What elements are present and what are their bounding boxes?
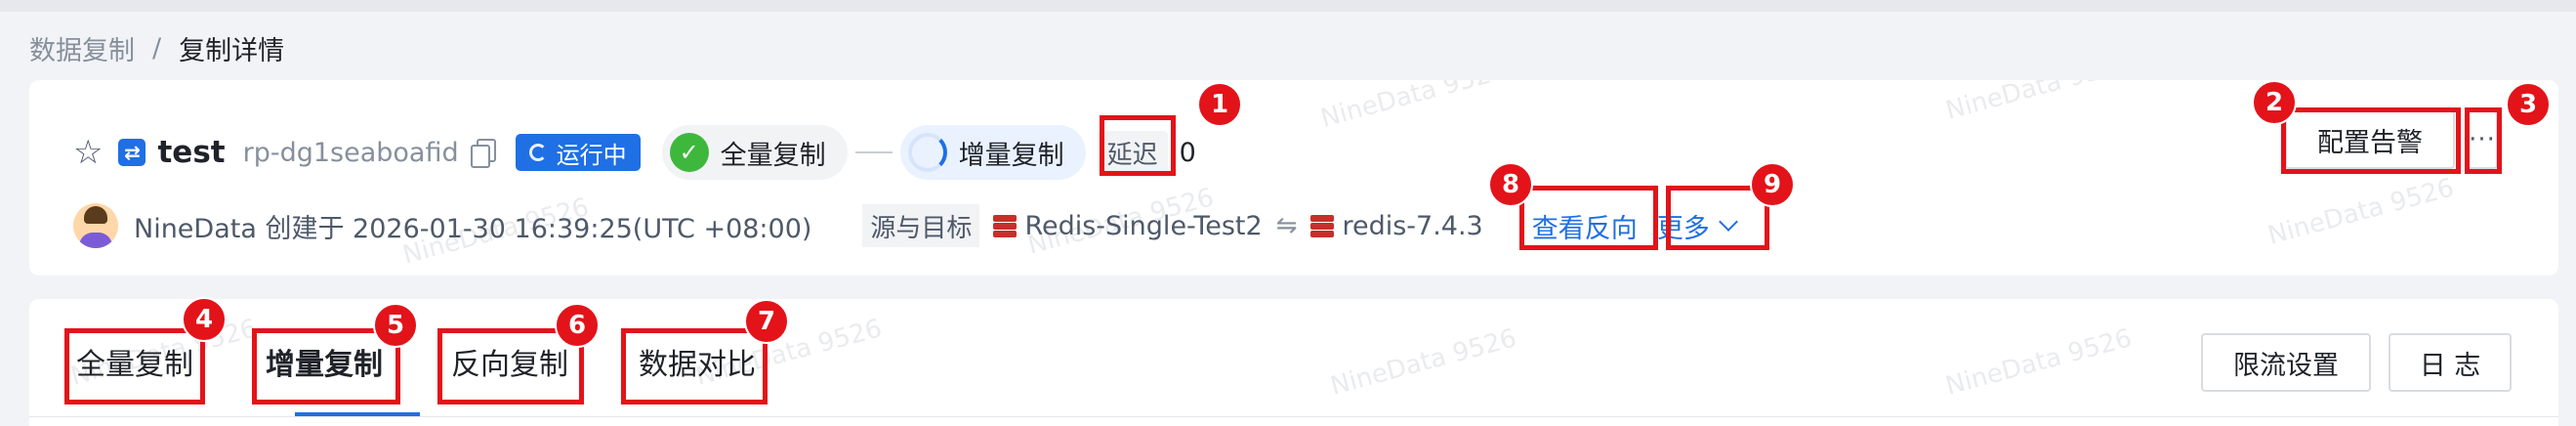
annotation-badge-2: 2 (2252, 80, 2297, 125)
source-target-label: 源与目标 (862, 204, 980, 247)
annotation-badge-6: 6 (555, 303, 600, 348)
stage-connector (854, 151, 893, 153)
task-id: rp-dg1seaboafid (242, 137, 459, 168)
rate-limit-button[interactable]: 限流设置 (2201, 333, 2371, 392)
tabs-divider (29, 416, 2558, 417)
watermark: NineData 9526 (2264, 173, 2458, 251)
task-meta-row: NineData 创建于 2026-01-30 16:39:25(UTC +08… (73, 195, 1738, 256)
annotation-badge-5: 5 (373, 303, 418, 348)
annotation-badge-7: 7 (744, 299, 789, 344)
sync-icon: ⇄ (118, 139, 146, 166)
breadcrumb-separator: / (152, 33, 162, 64)
annotation-badge-4: 4 (182, 297, 227, 342)
breadcrumb: 数据复制 / 复制详情 (29, 29, 284, 67)
loading-icon (528, 144, 547, 161)
copy-icon[interactable] (470, 139, 496, 168)
watermark: NineData 9526 (1317, 80, 1511, 134)
breadcrumb-current: 复制详情 (179, 36, 285, 66)
stage-full-label: 全量复制 (720, 140, 826, 171)
status-text: 运行中 (556, 141, 627, 169)
annotation-box-8 (1519, 186, 1658, 250)
annotation-badge-9: 9 (1750, 162, 1795, 207)
annotation-box-3 (2465, 107, 2502, 174)
delay-value: 0 (1179, 137, 1196, 168)
annotation-box-1 (1100, 115, 1176, 176)
creator-info: NineData 创建于 2026-01-30 16:39:25(UTC +08… (134, 213, 812, 244)
annotation-box-4 (64, 328, 205, 405)
stage-full-replication[interactable]: ✓ 全量复制 (661, 125, 848, 180)
task-title-row: ☆ ⇄ test rp-dg1seaboafid 运行中 ✓ 全量复制 增量复制… (73, 119, 1196, 186)
top-strip (0, 0, 2576, 12)
stage-incremental-replication[interactable]: 增量复制 (899, 125, 1086, 180)
star-icon[interactable]: ☆ (73, 136, 103, 169)
target-datasource[interactable]: redis-7.4.3 (1342, 211, 1482, 241)
redis-icon (993, 215, 1018, 237)
task-name: test (157, 135, 226, 170)
annotation-box-2 (2281, 107, 2461, 174)
swap-icon: ⇋ (1275, 211, 1298, 240)
check-circle-icon: ✓ (669, 133, 709, 172)
task-info-card: NineData 9526 NineData 9526 NineData 952… (29, 80, 2558, 276)
stage-incremental-label: 增量复制 (958, 140, 1064, 171)
avatar (73, 203, 118, 248)
redis-icon (1310, 215, 1335, 237)
watermark: NineData 9526 (1942, 80, 2136, 126)
annotation-badge-3: 3 (2506, 82, 2551, 127)
progress-ring-icon (907, 133, 947, 172)
breadcrumb-data-replication[interactable]: 数据复制 (29, 29, 135, 67)
source-datasource[interactable]: Redis-Single-Test2 (1024, 211, 1262, 241)
status-badge: 运行中 (515, 134, 641, 171)
annotation-badge-1: 1 (1197, 82, 1242, 127)
annotation-box-7 (621, 328, 768, 405)
annotation-badge-8: 8 (1488, 162, 1533, 207)
log-button[interactable]: 日 志 (2389, 333, 2512, 392)
